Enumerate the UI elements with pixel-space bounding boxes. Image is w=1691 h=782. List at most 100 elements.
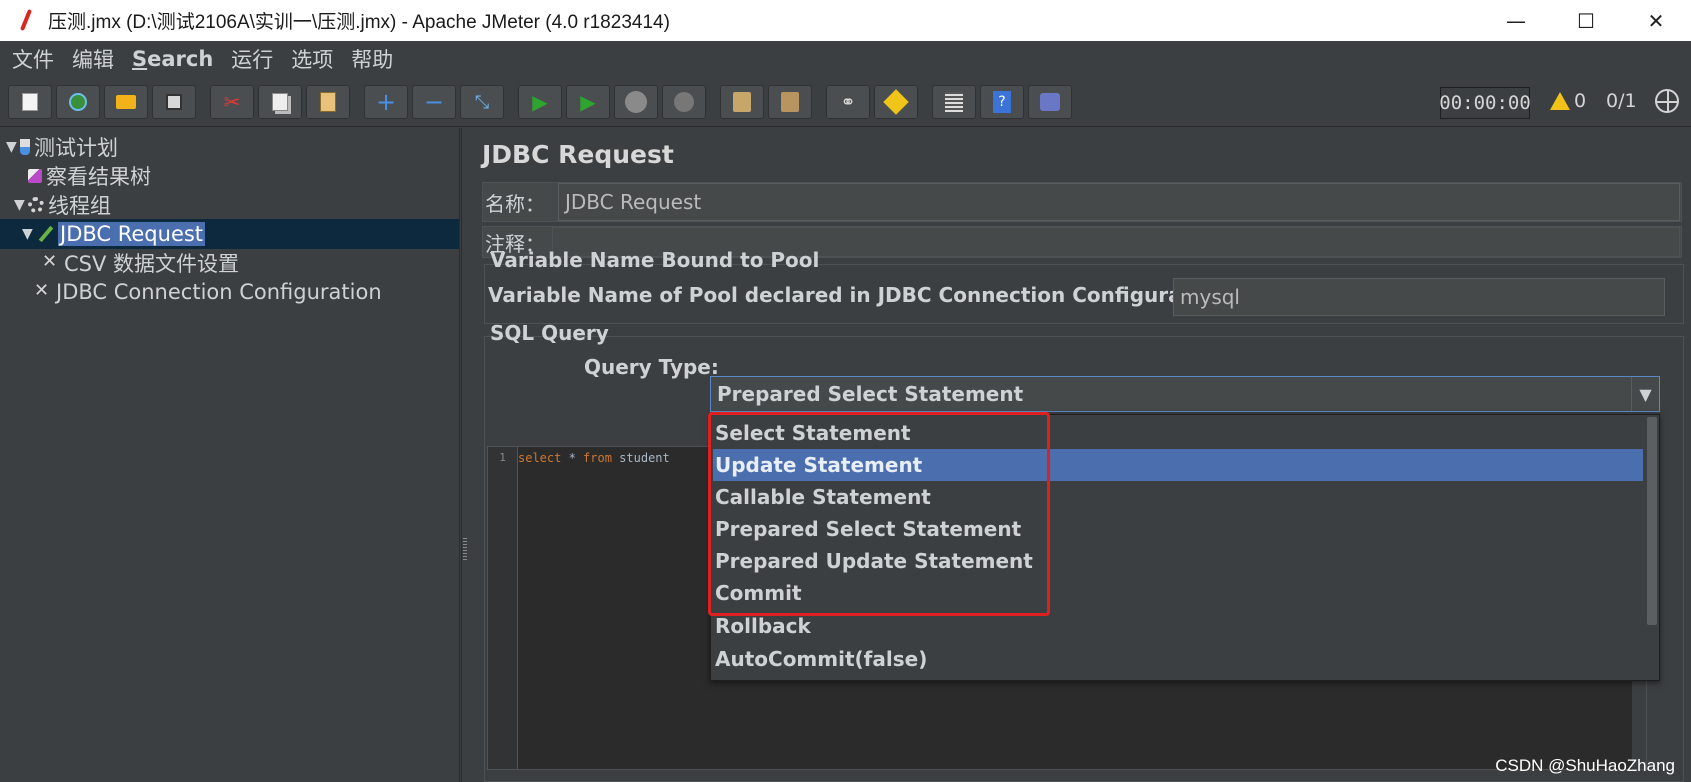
warning-icon <box>1550 92 1570 110</box>
flask-icon <box>20 139 30 155</box>
option-commit[interactable]: Commit <box>713 577 1643 609</box>
stop-icon <box>625 91 647 113</box>
option-prepared-update[interactable]: Prepared Update Statement <box>713 545 1643 577</box>
plus-icon: + <box>375 88 397 116</box>
menu-run[interactable]: 运行 <box>229 44 275 74</box>
list-icon <box>945 92 963 112</box>
broom-clear-icon <box>733 92 751 112</box>
tree-label-thread-group: 线程组 <box>48 194 111 218</box>
stop-button[interactable] <box>614 85 658 119</box>
sql-keyword-select: select <box>518 451 562 465</box>
minus-icon: − <box>423 88 445 116</box>
play-icon: ▶ <box>532 90 548 114</box>
save-button[interactable] <box>152 85 196 119</box>
minimize-button[interactable]: — <box>1481 0 1551 41</box>
menu-bar: 文件 编辑 Search 运行 选项 帮助 <box>0 41 1691 77</box>
config-tools-icon <box>34 280 52 301</box>
clear-button[interactable] <box>720 85 764 119</box>
new-file-icon <box>22 93 38 111</box>
broom-clear-all-icon <box>781 92 799 112</box>
start-button[interactable]: ▶ <box>518 85 562 119</box>
help-button[interactable]: ? <box>980 85 1024 119</box>
tree-node-csv-config[interactable]: CSV 数据文件设置 <box>42 248 239 278</box>
menu-search[interactable]: Search <box>130 47 215 71</box>
watermark: CSDN @ShuHaoZhang <box>1495 756 1675 775</box>
elapsed-timer: 00:00:00 <box>1439 87 1531 119</box>
expand-arrow-icon[interactable]: ▼ <box>22 226 36 242</box>
search-button[interactable]: ⚭ <box>826 85 870 119</box>
expand-button[interactable]: + <box>364 85 408 119</box>
tree-node-results-tree[interactable]: 察看结果树 <box>28 161 151 191</box>
dropdown-scrollbar[interactable] <box>1647 417 1657 625</box>
menu-file[interactable]: 文件 <box>10 44 56 74</box>
reset-search-button[interactable] <box>874 85 918 119</box>
option-autocommit-false[interactable]: AutoCommit(false) <box>713 643 1643 675</box>
close-button[interactable]: ✕ <box>1621 0 1691 41</box>
copy-button[interactable] <box>258 85 302 119</box>
tree-node-test-plan[interactable]: ▼ 测试计划 <box>6 132 118 162</box>
name-field[interactable]: JDBC Request <box>558 183 1680 221</box>
clear-all-button[interactable] <box>768 85 812 119</box>
templates-icon <box>69 93 87 111</box>
chevron-down-icon[interactable]: ▼ <box>1631 377 1659 411</box>
option-update-statement[interactable]: Update Statement <box>713 449 1643 481</box>
chart-icon <box>28 169 42 183</box>
sql-query-group-title: SQL Query <box>490 321 609 345</box>
menu-edit[interactable]: 编辑 <box>70 44 116 74</box>
option-select-statement[interactable]: Select Statement <box>713 417 1643 449</box>
tree-node-jdbc-request[interactable]: ▼ JDBC Request <box>0 219 459 249</box>
open-folder-icon <box>116 95 136 109</box>
globe-icon[interactable] <box>1655 89 1679 113</box>
templates-button[interactable] <box>56 85 100 119</box>
start-no-pauses-button[interactable]: ▶ <box>566 85 610 119</box>
binoculars-icon: ⚭ <box>840 91 856 113</box>
new-button[interactable] <box>8 85 52 119</box>
test-plan-tree: ▼ 测试计划 察看结果树 ▼ 线程组 ▼ JDBC Request CSV 数据… <box>0 128 460 782</box>
toggle-button[interactable]: ⤡ <box>460 85 504 119</box>
reset-search-broom-icon <box>883 89 909 115</box>
query-type-select[interactable]: Prepared Select Statement ▼ <box>710 376 1660 412</box>
cut-button[interactable]: ✂ <box>210 85 254 119</box>
name-label: 名称： <box>485 191 545 216</box>
toggle-icon: ⤡ <box>474 91 490 113</box>
tree-node-thread-group[interactable]: ▼ 线程组 <box>14 190 111 220</box>
query-type-value: Prepared Select Statement <box>717 382 1024 406</box>
page-title: JDBC Request <box>482 140 674 169</box>
shutdown-button[interactable] <box>662 85 706 119</box>
sql-star: * <box>561 451 584 465</box>
help-book-icon: ? <box>993 91 1011 113</box>
sql-code[interactable]: select * from student <box>518 451 670 465</box>
window-controls: — ☐ ✕ <box>1481 0 1691 41</box>
window-title: 压测.jmx (D:\测试2106A\实训一\压测.jmx) - Apache … <box>48 12 670 33</box>
maximize-button[interactable]: ☐ <box>1551 0 1621 41</box>
expand-arrow-icon[interactable]: ▼ <box>6 139 20 155</box>
option-callable-statement[interactable]: Callable Statement <box>713 481 1643 513</box>
splitter-grip-icon[interactable] <box>463 536 467 560</box>
config-tools-icon <box>42 251 60 272</box>
menu-options[interactable]: 选项 <box>289 44 335 74</box>
collapse-button[interactable]: − <box>412 85 456 119</box>
open-button[interactable] <box>104 85 148 119</box>
warning-count: 0 <box>1574 90 1587 112</box>
panel-splitter[interactable] <box>461 128 469 782</box>
remote-button[interactable] <box>1028 85 1072 119</box>
pool-name-field[interactable]: mysql <box>1173 278 1665 316</box>
pool-group-title: Variable Name Bound to Pool <box>490 248 820 272</box>
option-prepared-select[interactable]: Prepared Select Statement <box>713 513 1643 545</box>
pool-label: Variable Name of Pool declared in JDBC C… <box>488 283 1234 307</box>
query-type-dropdown: Select Statement Update Statement Callab… <box>710 414 1660 681</box>
tree-node-jdbc-connection[interactable]: JDBC Connection Configuration <box>34 277 382 307</box>
sql-table: student <box>611 451 670 465</box>
save-disk-icon <box>166 94 182 110</box>
tree-label-csv-config: CSV 数据文件设置 <box>64 252 240 276</box>
option-rollback[interactable]: Rollback <box>713 610 1643 642</box>
gear-icon <box>28 197 44 213</box>
expand-arrow-icon[interactable]: ▼ <box>14 197 28 213</box>
paste-button[interactable] <box>306 85 350 119</box>
warning-indicator[interactable]: 0 <box>1550 90 1586 112</box>
function-helper-button[interactable] <box>932 85 976 119</box>
window-title-bar: 压测.jmx (D:\测试2106A\实训一\压测.jmx) - Apache … <box>0 0 1691 41</box>
shutdown-icon <box>674 92 694 112</box>
copy-icon <box>272 93 288 111</box>
menu-help[interactable]: 帮助 <box>349 44 395 74</box>
